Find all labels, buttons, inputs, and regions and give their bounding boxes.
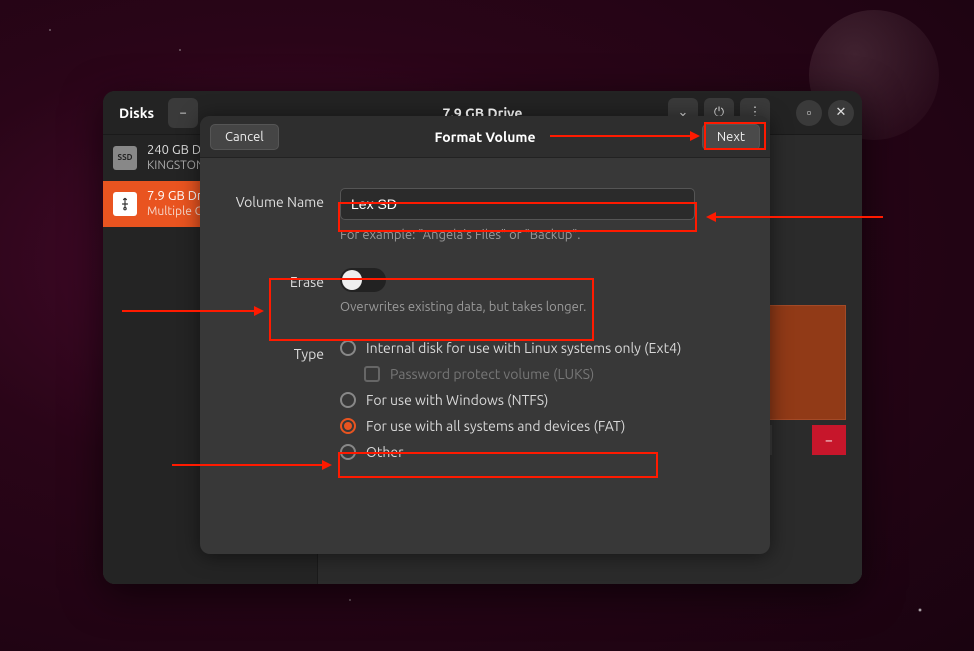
type-option-ext4[interactable]: Internal disk for use with Linux systems…	[340, 340, 740, 356]
volume-name-input[interactable]	[340, 188, 695, 220]
dialog-body: Volume Name For example: "Angela's Files…	[200, 158, 770, 554]
radio-icon	[340, 444, 356, 460]
volume-name-label: Volume Name	[230, 188, 340, 210]
radio-icon	[340, 418, 356, 434]
format-volume-dialog: Cancel Format Volume Next Volume Name Fo…	[200, 116, 770, 554]
delete-partition-button[interactable]: −	[812, 425, 846, 455]
radio-label: For use with all systems and devices (FA…	[366, 418, 625, 434]
radio-icon	[340, 340, 356, 356]
next-button[interactable]: Next	[702, 124, 760, 150]
radio-label: For use with Windows (NTFS)	[366, 392, 548, 408]
type-row: Type Internal disk for use with Linux sy…	[230, 340, 740, 470]
dialog-header: Cancel Format Volume Next	[200, 116, 770, 158]
app-menu-button[interactable]: −	[168, 98, 198, 128]
app-title: Disks	[111, 105, 162, 121]
ssd-icon: SSD	[113, 146, 137, 170]
radio-icon	[340, 392, 356, 408]
erase-row: Erase Overwrites existing data, but take…	[230, 268, 740, 314]
window-close-button[interactable]: ✕	[828, 100, 854, 126]
toggle-knob	[342, 270, 362, 290]
volume-name-hint: For example: "Angela's Files" or "Backup…	[340, 228, 740, 242]
type-label: Type	[230, 340, 340, 362]
erase-hint: Overwrites existing data, but takes long…	[340, 300, 740, 314]
type-option-luks: Password protect volume (LUKS)	[364, 366, 740, 382]
erase-label: Erase	[230, 268, 340, 290]
window-minimize-button[interactable]: ▫	[796, 100, 822, 126]
erase-toggle[interactable]	[340, 268, 386, 292]
type-option-ntfs[interactable]: For use with Windows (NTFS)	[340, 392, 740, 408]
radio-label: Internal disk for use with Linux systems…	[366, 340, 681, 356]
type-option-fat[interactable]: For use with all systems and devices (FA…	[340, 418, 740, 434]
radio-label: Other	[366, 444, 403, 460]
type-option-other[interactable]: Other	[340, 444, 740, 460]
volume-name-row: Volume Name For example: "Angela's Files…	[230, 188, 740, 242]
checkbox-label: Password protect volume (LUKS)	[390, 366, 594, 382]
cancel-button[interactable]: Cancel	[210, 124, 279, 150]
usb-icon	[113, 192, 137, 216]
checkbox-icon	[364, 366, 380, 382]
dialog-title: Format Volume	[434, 129, 535, 145]
